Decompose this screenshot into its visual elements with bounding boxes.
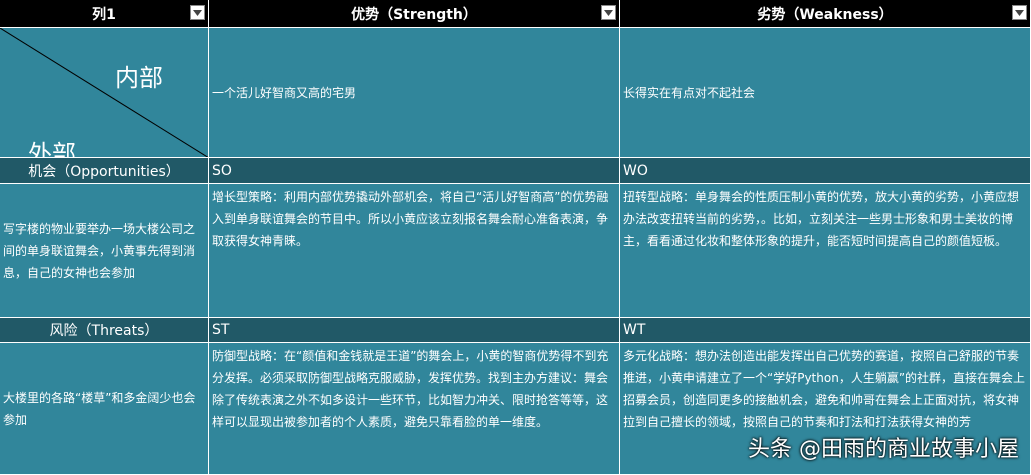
weakness-cell: 长得实在有点对不起社会 — [620, 28, 1031, 158]
weakness-text: 长得实在有点对不起社会 — [623, 85, 756, 100]
header-strength: 优势（Strength） — [209, 0, 620, 28]
header-strength-label: 优势（Strength） — [351, 6, 477, 23]
header-weakness: 劣势（Weakness） — [620, 0, 1031, 28]
wt-code: WT — [623, 322, 646, 338]
header-col1-label: 列1 — [92, 6, 116, 23]
wt-strategy-text: 多元化战略：想办法创造出能发挥出自己优势的赛道，按照自己舒服的节奏推进，小黄申请… — [623, 349, 1026, 429]
threats-desc-cell: 大楼里的各路“楼草”和多金阔少也会参加 — [0, 343, 209, 475]
watermark: 头条 @田雨的商业故事小屋 — [748, 437, 1019, 462]
opportunities-label-cell: 机会（Opportunities） — [0, 158, 209, 184]
dropdown-arrow-icon — [1015, 9, 1024, 16]
corner-inner-label: 内部 — [115, 64, 163, 92]
st-strategy-cell: 防御型战略：在“颜值和金钱就是王道”的舞会上，小黄的智商优势得不到充分发挥。必须… — [209, 343, 620, 475]
filter-dropdown-weakness[interactable] — [1012, 5, 1027, 20]
st-code-cell: ST — [209, 318, 620, 343]
dropdown-arrow-icon — [604, 9, 613, 16]
so-code: SO — [212, 162, 232, 179]
filter-dropdown-col1[interactable] — [190, 5, 205, 20]
header-col1: 列1 — [0, 0, 209, 28]
st-strategy-text: 防御型战略：在“颜值和金钱就是王道”的舞会上，小黄的智商优势得不到充分发挥。必须… — [212, 349, 609, 429]
opportunities-desc: 写字楼的物业要举办一场大楼公司之间的单身联谊舞会，小黄事先得到消息，自己的女神也… — [3, 221, 196, 280]
wo-code-cell: WO — [620, 158, 1031, 184]
opportunities-desc-cell: 写字楼的物业要举办一场大楼公司之间的单身联谊舞会，小黄事先得到消息，自己的女神也… — [0, 184, 209, 318]
threats-label-cell: 风险（Threats） — [0, 318, 209, 343]
so-code-cell: SO — [209, 158, 620, 184]
strength-cell: 一个活儿好智商又高的宅男 — [209, 28, 620, 158]
threats-label: 风险（Threats） — [49, 323, 159, 339]
strength-text: 一个活儿好智商又高的宅男 — [212, 85, 357, 100]
corner-cell: 内部 外部 — [0, 28, 209, 158]
header-weakness-label: 劣势（Weakness） — [757, 6, 893, 23]
wo-strategy-cell: 扭转型战略：单身舞会的性质压制小黄的优势，放大小黄的劣势，小黄应想办法改变扭转当… — [620, 184, 1031, 318]
so-strategy-cell: 增长型策略：利用内部优势撬动外部机会，将自己“活儿好智商高”的优势融入到单身联谊… — [209, 184, 620, 318]
wt-code-cell: WT — [620, 318, 1031, 343]
wo-code: WO — [623, 162, 648, 179]
corner-outer-label: 外部 — [28, 140, 76, 158]
st-code: ST — [212, 322, 230, 338]
wo-strategy-text: 扭转型战略：单身舞会的性质压制小黄的优势，放大小黄的劣势，小黄应想办法改变扭转当… — [623, 190, 1020, 248]
opportunities-label: 机会（Opportunities） — [28, 163, 180, 180]
dropdown-arrow-icon — [193, 9, 202, 16]
so-strategy-text: 增长型策略：利用内部优势撬动外部机会，将自己“活儿好智商高”的优势融入到单身联谊… — [212, 190, 609, 248]
threats-desc: 大楼里的各路“楼草”和多金阔少也会参加 — [3, 390, 196, 427]
filter-dropdown-strength[interactable] — [601, 5, 616, 20]
